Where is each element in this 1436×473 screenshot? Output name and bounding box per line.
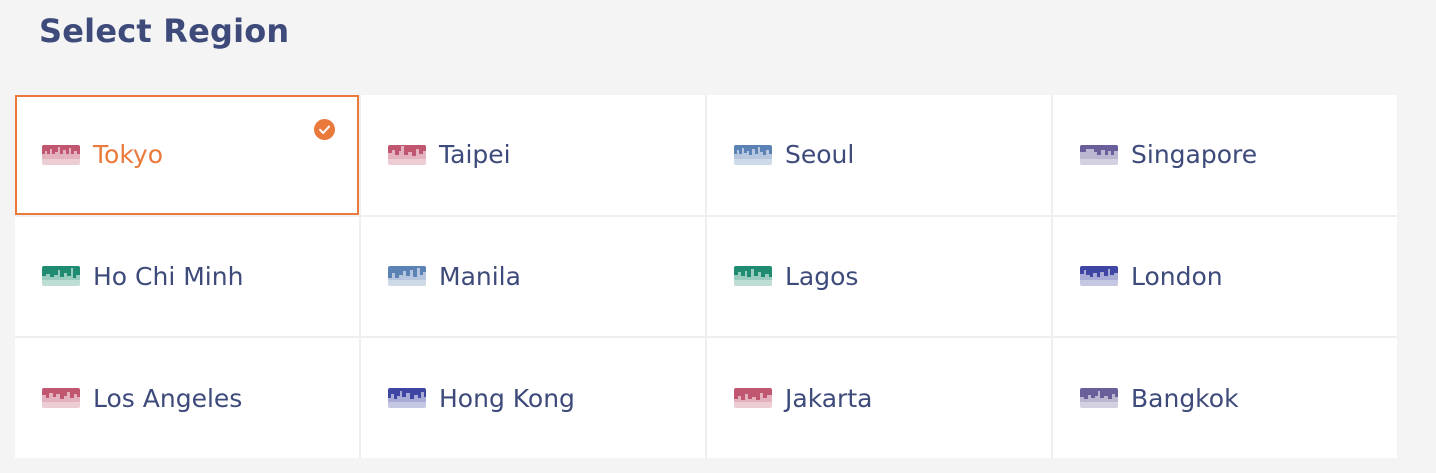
tokyo-skyline-icon xyxy=(42,144,80,165)
region-label: Ho Chi Minh xyxy=(93,261,244,291)
page-title: Select Region xyxy=(39,12,290,50)
region-option-lagos[interactable]: Lagos xyxy=(707,216,1051,337)
region-option-london[interactable]: London xyxy=(1053,216,1397,337)
jakarta-skyline-icon xyxy=(734,388,772,409)
london-skyline-icon xyxy=(1080,266,1118,287)
region-option-manila[interactable]: Manila xyxy=(361,216,705,337)
ho-chi-minh-skyline-icon xyxy=(42,266,80,287)
region-label: Hong Kong xyxy=(439,383,575,413)
region-label: Jakarta xyxy=(785,383,873,413)
region-option-seoul[interactable]: Seoul xyxy=(707,95,1051,215)
seoul-skyline-icon xyxy=(734,144,772,165)
selected-check-icon xyxy=(314,119,335,140)
region-label: Lagos xyxy=(785,261,859,291)
region-option-jakarta[interactable]: Jakarta xyxy=(707,338,1051,458)
region-label: Manila xyxy=(439,261,521,291)
manila-skyline-icon xyxy=(388,266,426,287)
taipei-skyline-icon xyxy=(388,144,426,165)
singapore-skyline-icon xyxy=(1080,144,1118,165)
region-option-ho-chi-minh[interactable]: Ho Chi Minh xyxy=(15,216,359,337)
region-option-singapore[interactable]: Singapore xyxy=(1053,95,1397,215)
hong-kong-skyline-icon xyxy=(388,388,426,409)
bangkok-skyline-icon xyxy=(1080,388,1118,409)
region-option-taipei[interactable]: Taipei xyxy=(361,95,705,215)
region-option-tokyo[interactable]: Tokyo xyxy=(15,95,359,215)
region-option-hong-kong[interactable]: Hong Kong xyxy=(361,338,705,458)
region-label: Bangkok xyxy=(1131,383,1239,413)
region-label: Tokyo xyxy=(93,140,163,170)
region-label: Taipei xyxy=(439,140,511,170)
region-label: Los Angeles xyxy=(93,383,243,413)
los-angeles-skyline-icon xyxy=(42,388,80,409)
lagos-skyline-icon xyxy=(734,266,772,287)
region-option-bangkok[interactable]: Bangkok xyxy=(1053,338,1397,458)
region-option-los-angeles[interactable]: Los Angeles xyxy=(15,338,359,458)
region-grid: Tokyo Taipei Seoul Singapore Ho Chi Minh… xyxy=(15,95,1397,458)
region-label: London xyxy=(1131,261,1223,291)
region-label: Seoul xyxy=(785,140,855,170)
region-label: Singapore xyxy=(1131,140,1258,170)
